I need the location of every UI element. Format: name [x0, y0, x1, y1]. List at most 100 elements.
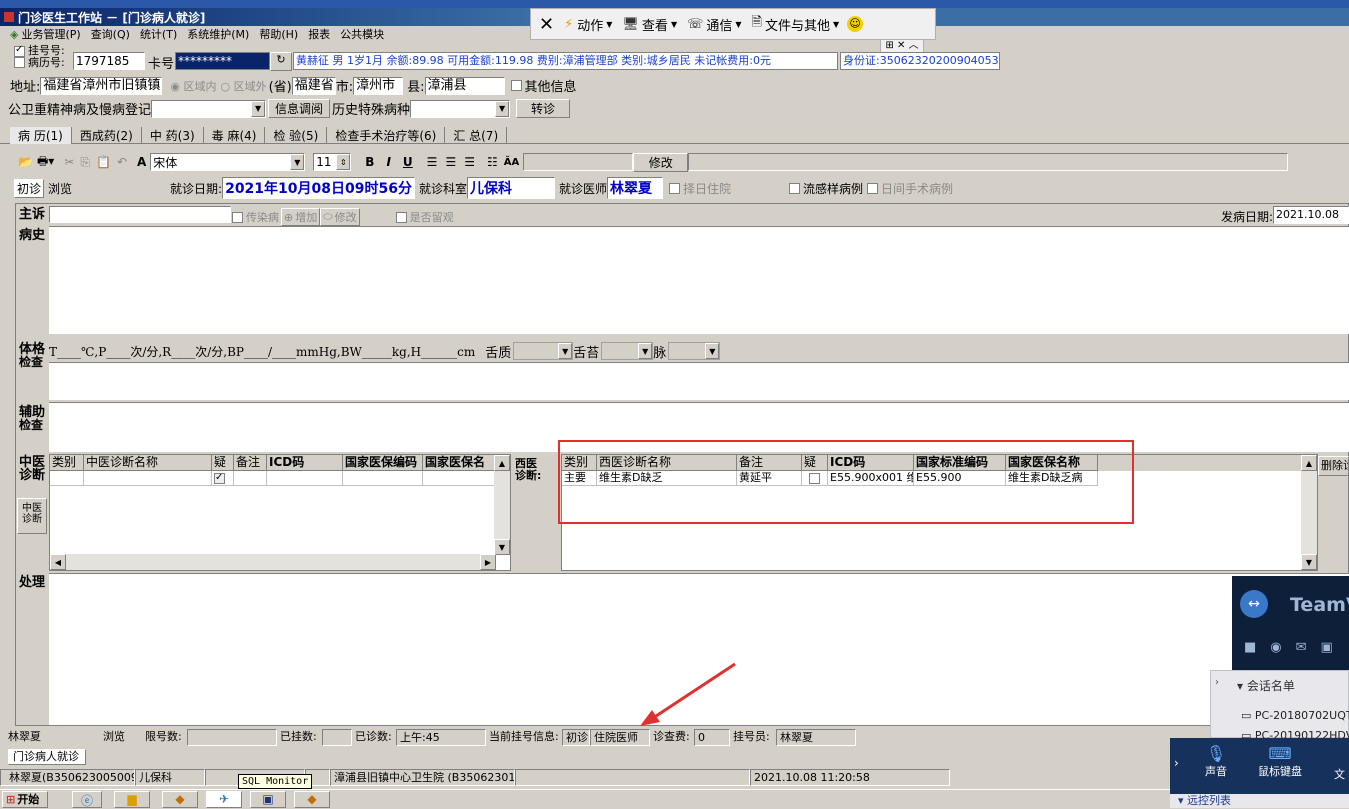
tcm-col-note[interactable]: 备注 — [234, 455, 267, 471]
other-info-checkbox[interactable] — [510, 80, 522, 91]
complaint-input[interactable] — [49, 206, 231, 223]
tcm-grid-row[interactable] — [50, 471, 510, 486]
tab-western-drug[interactable]: 西成药(2) — [72, 126, 142, 144]
menu-help[interactable]: 帮助(H) — [259, 26, 298, 42]
paste-icon[interactable]: 📋 — [96, 155, 111, 169]
tab-chinese-drug[interactable]: 中 药(3) — [142, 126, 204, 144]
font-name-select[interactable]: 宋体 ▼ — [150, 153, 306, 171]
add-button[interactable]: ⊕ 增加 — [281, 208, 321, 226]
scroll-down-icon[interactable]: ▼ — [1301, 554, 1317, 570]
menu-report[interactable]: 报表 — [308, 26, 330, 42]
scroll-up-icon[interactable]: ▲ — [494, 455, 510, 471]
align-left-icon[interactable]: ☰ — [427, 155, 438, 169]
pulse-select[interactable]: ▼ — [668, 342, 721, 360]
window-tab[interactable]: 门诊病人就诊 — [8, 749, 86, 765]
start-button[interactable]: ⊞ 开始 — [2, 790, 48, 808]
tcm-col-name[interactable]: 中医诊断名称 — [84, 455, 212, 471]
tcm-col-type[interactable]: 类别 — [50, 455, 84, 471]
menu-public[interactable]: 公共模块 — [340, 26, 384, 42]
undo-icon[interactable]: ↶ — [117, 155, 127, 169]
taskbar-folder-icon[interactable]: ▆ — [114, 790, 150, 808]
bold-icon[interactable]: B — [365, 155, 374, 169]
bullets-icon[interactable]: ☷ — [487, 155, 498, 169]
cut-icon[interactable]: ✂ — [64, 155, 74, 169]
taskbar-app4-icon[interactable]: ◆ — [294, 790, 330, 808]
menu-business[interactable]: 业务管理(P) — [21, 26, 80, 42]
address-input[interactable]: 福建省漳州市旧镇镇 — [40, 76, 163, 95]
menu-query[interactable]: 查询(Q) — [91, 26, 130, 42]
controls-expand-icon[interactable]: › — [1174, 756, 1179, 770]
align-center-icon[interactable]: ☰ — [445, 155, 456, 169]
tab-first-visit[interactable]: 初诊 — [14, 178, 45, 198]
reg-no-checkbox[interactable] — [14, 44, 25, 57]
history-textarea[interactable] — [49, 226, 1349, 334]
font-size-select[interactable]: 11 ⇕ — [313, 153, 352, 171]
history-disease-select[interactable]: ▼ — [410, 99, 511, 118]
tcm-col-code[interactable]: 国家医保编码 — [343, 455, 423, 471]
coating-select[interactable]: ▼ — [601, 342, 654, 360]
italic-icon[interactable]: I — [386, 155, 390, 169]
scroll-up-icon[interactable]: ▲ — [1301, 455, 1317, 471]
out-area-radio[interactable]: ○ 区域外 — [221, 78, 267, 94]
in-area-radio[interactable]: ◉ 区域内 — [170, 78, 216, 94]
print-icon[interactable]: 🖶▾ — [37, 152, 54, 173]
open-icon[interactable]: 📂 — [18, 155, 33, 169]
delete-diagnosis-button[interactable]: 删除诊 — [1318, 456, 1349, 476]
province-input[interactable]: 福建省 — [291, 76, 336, 95]
copy-icon[interactable]: ⎘ — [80, 155, 90, 170]
underline-icon[interactable]: U — [403, 155, 413, 169]
scroll-down-icon[interactable]: ▼ — [494, 539, 510, 555]
voice-button[interactable]: 🎙 声音 — [1196, 744, 1236, 779]
record-no-input[interactable]: 1797185 — [73, 52, 145, 70]
western-vscroll[interactable]: ▲ ▼ — [1301, 455, 1317, 570]
transfer-button[interactable]: 转诊 — [516, 99, 571, 118]
tongue-select[interactable]: ▼ — [513, 342, 574, 360]
record-no-checkbox[interactable] — [14, 57, 25, 68]
tcm-vscroll[interactable]: ▲ ▼ — [494, 455, 510, 555]
onset-date-input[interactable]: 2021.10.08 — [1273, 206, 1349, 224]
tab-exam-surgery[interactable]: 检查手术治疗等(6) — [327, 126, 446, 144]
menu-stats[interactable]: 统计(T) — [140, 26, 177, 42]
taskbar-app2-icon[interactable]: ✈ — [206, 790, 242, 808]
taskbar-ie-icon[interactable]: ⓔ — [72, 790, 102, 808]
tab-narcotic[interactable]: 毒 麻(4) — [204, 126, 266, 144]
tcm-hscroll[interactable]: ◀ ▶ — [50, 554, 496, 570]
remote-list-header[interactable]: ▾ 远控列表 — [1170, 794, 1349, 808]
tab-lab[interactable]: 检 验(5) — [265, 126, 328, 144]
info-view-button[interactable]: 信息调阅 — [268, 99, 331, 118]
dropdown-arrow-icon[interactable]: ▼ — [251, 100, 266, 117]
tcm-col-insurance[interactable]: 国家医保名称 — [423, 455, 496, 471]
menu-system[interactable]: 系统维护(M) — [187, 26, 249, 42]
registry-select[interactable]: ▼ — [151, 99, 267, 118]
align-right-icon[interactable]: ☰ — [464, 155, 475, 169]
card-read-button[interactable]: ↻ — [270, 52, 292, 71]
complaint-modify-button[interactable]: ⬭ 修改 — [320, 208, 360, 226]
session-list-header[interactable]: ▾ 会话名单 — [1237, 677, 1295, 694]
dropdown-arrow-icon[interactable]: ▼ — [638, 343, 653, 359]
vitals-template[interactable]: T____℃,P____次/分,R____次/分,BP____/____mmHg… — [49, 343, 475, 360]
card-no-input[interactable]: ********* — [175, 52, 270, 70]
tab-record[interactable]: 病 历(1) — [10, 126, 72, 144]
dropdown-arrow-icon[interactable]: ▼ — [558, 343, 573, 359]
spin-icon[interactable]: ⇕ — [336, 154, 351, 170]
scroll-left-icon[interactable]: ◀ — [50, 554, 66, 570]
dropdown-arrow-icon[interactable]: ▼ — [290, 154, 305, 170]
observe-checkbox[interactable] — [395, 211, 407, 223]
tcm-suspect-checkbox[interactable] — [214, 471, 225, 485]
county-input[interactable]: 漳浦县 — [424, 76, 505, 95]
modify-button[interactable]: 修改 — [633, 152, 689, 172]
tcm-col-suspect[interactable]: 疑诊 — [212, 455, 234, 471]
tcm-side-tab[interactable]: 中医诊断 — [17, 498, 47, 534]
infectious-checkbox[interactable] — [232, 211, 243, 223]
expand-icon[interactable]: › — [1215, 677, 1219, 688]
day-surgery-checkbox[interactable] — [867, 182, 879, 194]
exam-textarea[interactable] — [49, 362, 1349, 400]
taskbar-app1-icon[interactable]: ◆ — [162, 790, 198, 808]
scroll-right-icon[interactable]: ▶ — [480, 554, 496, 570]
tab-summary[interactable]: 汇 总(7) — [445, 126, 508, 144]
hospitalize-checkbox[interactable] — [669, 182, 681, 194]
city-input[interactable]: 漳州市 — [353, 76, 404, 95]
mouse-keyboard-button[interactable]: ⌨ 鼠标键盘 — [1250, 744, 1310, 779]
flu-checkbox[interactable] — [789, 182, 801, 194]
file-button[interactable]: 文 — [1334, 766, 1349, 782]
